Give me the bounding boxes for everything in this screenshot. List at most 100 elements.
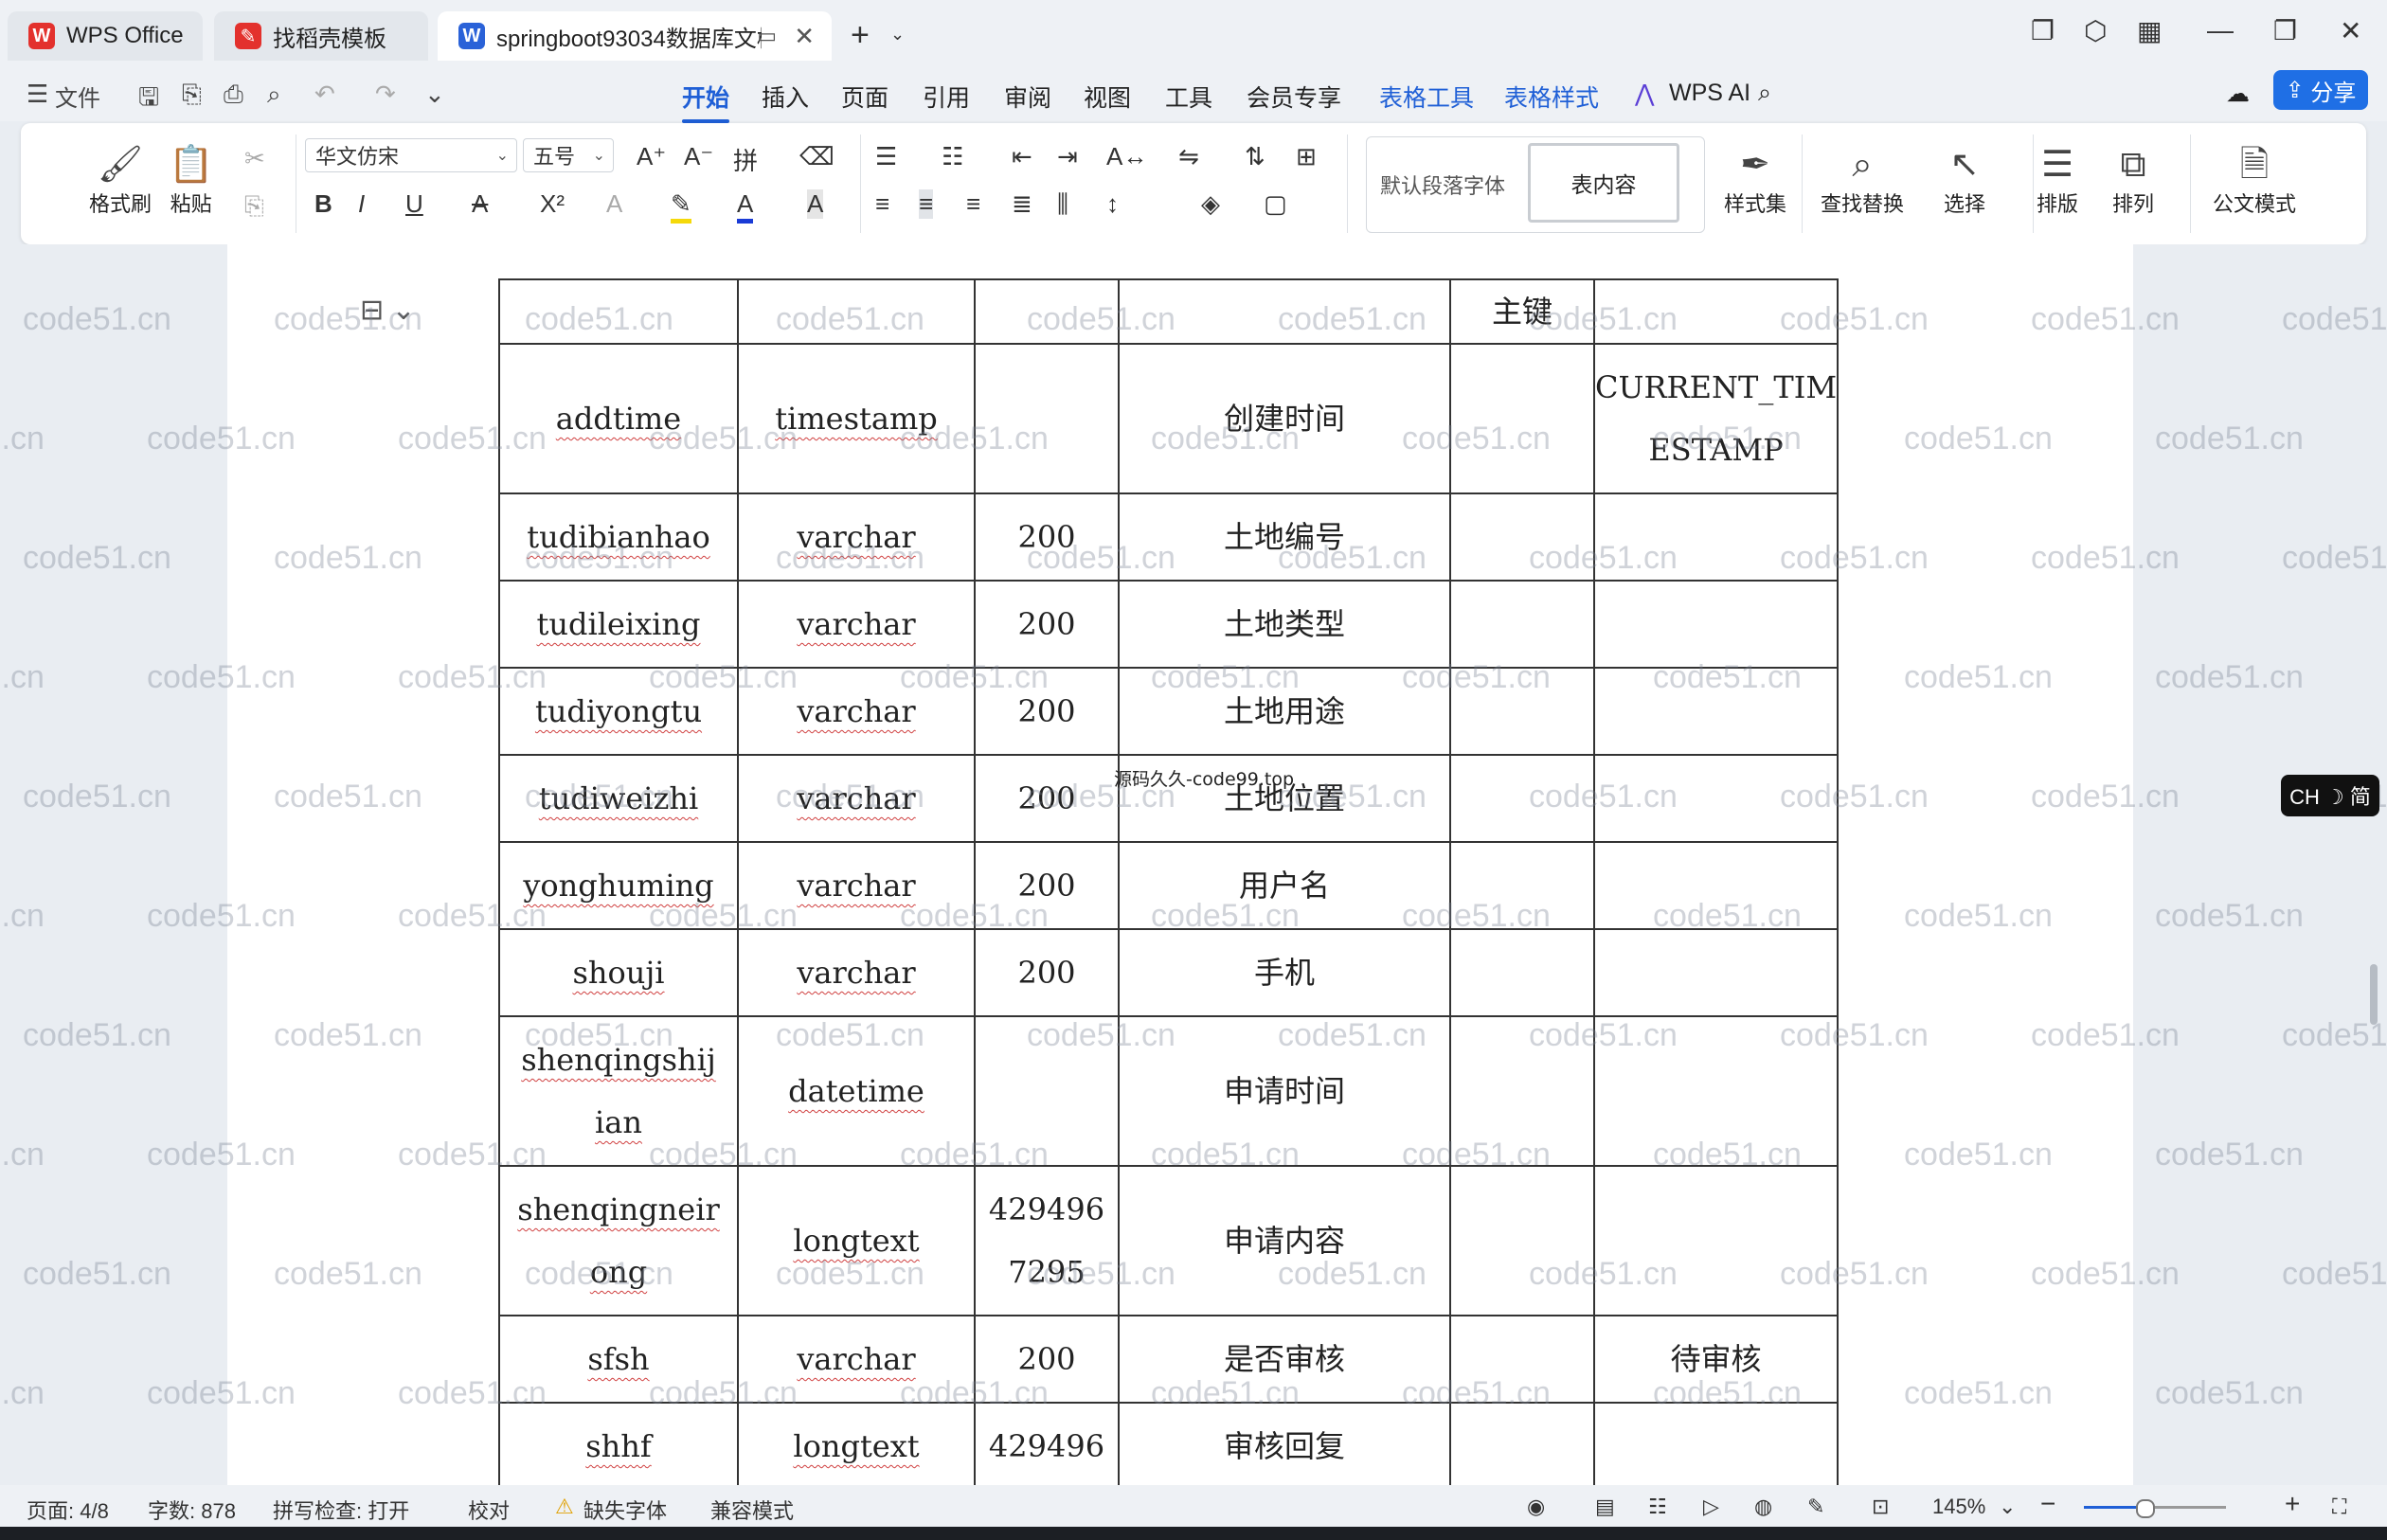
- superscript-icon[interactable]: X²: [540, 189, 565, 219]
- sort-order-icon[interactable]: ⇋: [1178, 142, 1199, 171]
- avatar[interactable]: ▦: [2137, 15, 2162, 46]
- table-cell[interactable]: tudiyongtu: [498, 667, 739, 756]
- table-cell[interactable]: 200: [974, 841, 1120, 930]
- table-cell[interactable]: [1592, 278, 1840, 345]
- save-icon[interactable]: 🖫: [138, 80, 159, 121]
- text-effect-icon[interactable]: A: [606, 189, 622, 219]
- font-grow-icon[interactable]: A⁺: [637, 142, 666, 171]
- table-cell[interactable]: sfsh: [498, 1315, 739, 1404]
- table-cell[interactable]: 200: [974, 1315, 1120, 1404]
- table-cell[interactable]: [1449, 492, 1595, 582]
- new-tab-icon[interactable]: +: [851, 17, 870, 54]
- table-cell[interactable]: 手机: [1118, 928, 1451, 1017]
- bold-icon[interactable]: B: [314, 189, 332, 219]
- table-cell[interactable]: [1449, 754, 1595, 843]
- table-handle-icon[interactable]: ⊟ ⌄: [360, 294, 416, 327]
- cut-icon[interactable]: ✂: [244, 144, 265, 173]
- word-count[interactable]: 字数: 878: [148, 1495, 236, 1525]
- window-close-icon[interactable]: ✕: [2340, 15, 2361, 46]
- font-size-select[interactable]: 五号 ⌄: [523, 138, 614, 172]
- table-cell[interactable]: 主键: [1449, 278, 1595, 345]
- chevron-down-icon[interactable]: ⌄: [1999, 1495, 2016, 1519]
- play-icon[interactable]: ▷: [1703, 1495, 1719, 1519]
- bullet-list-icon[interactable]: ☰: [875, 142, 897, 171]
- table-cell[interactable]: [1118, 278, 1451, 345]
- underline-icon[interactable]: U: [405, 189, 423, 219]
- style-set-button[interactable]: ✒ 样式集: [1724, 142, 1786, 218]
- line-spacing-icon[interactable]: ↕: [1106, 189, 1119, 219]
- table-cell[interactable]: CURRENT_TIM ESTAMP: [1592, 343, 1840, 494]
- share-button[interactable]: ⇪ 分享: [2273, 70, 2368, 110]
- table-cell[interactable]: varchar: [737, 492, 976, 582]
- distribute-icon[interactable]: ⫼: [1057, 189, 1068, 220]
- table-cell[interactable]: tudibianhao: [498, 492, 739, 582]
- table-cell[interactable]: 用户名: [1118, 841, 1451, 930]
- menu-icon[interactable]: ☰: [27, 80, 48, 109]
- page-indicator[interactable]: 页面: 4/8: [27, 1495, 109, 1525]
- table-cell[interactable]: [1592, 1015, 1840, 1167]
- print-preview-icon[interactable]: ⌕: [267, 80, 281, 110]
- tab-review[interactable]: 审阅: [1004, 80, 1051, 114]
- font-name-select[interactable]: 华文仿宋 ⌄: [305, 138, 517, 172]
- table-cell[interactable]: varchar: [737, 841, 976, 930]
- tab-wps-office[interactable]: W WPS Office: [8, 11, 203, 61]
- table-cell[interactable]: [1592, 580, 1840, 669]
- table-cell[interactable]: 申请内容: [1118, 1165, 1451, 1316]
- shading-icon[interactable]: ◈: [1201, 189, 1220, 219]
- redo-icon[interactable]: ↷: [375, 80, 396, 109]
- table-cell[interactable]: 是否审核: [1118, 1315, 1451, 1404]
- decrease-indent-icon[interactable]: ⇤: [1012, 142, 1032, 171]
- table-cell[interactable]: [1449, 928, 1595, 1017]
- ime-indicator[interactable]: CH ☽ 简: [2281, 775, 2379, 816]
- print-icon[interactable]: ⎙: [224, 80, 243, 110]
- show-marks-icon[interactable]: ⊞: [1296, 142, 1317, 171]
- minimize-icon[interactable]: —: [2207, 15, 2234, 45]
- tab-template[interactable]: ✎ 找稻壳模板: [214, 11, 428, 61]
- monitor-icon[interactable]: ▭: [757, 24, 777, 48]
- table-cell[interactable]: yonghuming: [498, 841, 739, 930]
- official-mode-button[interactable]: 🗎 公文模式: [2213, 142, 2296, 218]
- table-cell[interactable]: [1449, 343, 1595, 494]
- table-cell[interactable]: [1592, 754, 1840, 843]
- justify-icon[interactable]: ≣: [1012, 189, 1032, 219]
- document-page[interactable]: ⊟ ⌄ 主键 addtime timestamp 创建时间 CURRENT_TIM EST…: [227, 244, 2133, 1485]
- table-cell[interactable]: 申请时间: [1118, 1015, 1451, 1167]
- format-painter-button[interactable]: 🖌 格式刷: [89, 142, 152, 218]
- tab-document[interactable]: W springboot93034数据库文档 ▭ ✕: [438, 11, 832, 61]
- table-cell[interactable]: [1449, 1402, 1595, 1485]
- select-button[interactable]: ↖ 选择: [1944, 142, 1985, 218]
- table-cell[interactable]: varchar: [737, 754, 976, 843]
- close-icon[interactable]: ✕: [794, 22, 815, 51]
- table-cell[interactable]: addtime: [498, 343, 739, 494]
- font-shrink-icon[interactable]: A⁻: [684, 142, 713, 171]
- tab-home[interactable]: 开始: [682, 80, 730, 123]
- numbered-list-icon[interactable]: ☷: [942, 142, 963, 171]
- strikethrough-icon[interactable]: A: [472, 189, 488, 219]
- tab-table-style[interactable]: 表格样式: [1504, 80, 1599, 114]
- wps-ai-icon[interactable]: ⋀: [1635, 80, 1655, 108]
- table-cell[interactable]: timestamp: [737, 343, 976, 494]
- pen-icon[interactable]: ✎: [1807, 1495, 1824, 1519]
- table-cell[interactable]: [1449, 841, 1595, 930]
- table-cell[interactable]: 创建时间: [1118, 343, 1451, 494]
- table-cell[interactable]: varchar: [737, 580, 976, 669]
- border-icon[interactable]: ▢: [1264, 189, 1287, 219]
- zoom-in-icon[interactable]: +: [2285, 1489, 2300, 1519]
- table-cell[interactable]: [1449, 580, 1595, 669]
- maximize-icon[interactable]: ❐: [2273, 15, 2297, 46]
- paste-button[interactable]: 📋 粘贴: [169, 142, 213, 218]
- table-cell[interactable]: datetime: [737, 1015, 976, 1167]
- table-cell[interactable]: tudiweizhi: [498, 754, 739, 843]
- scrollbar[interactable]: [2370, 964, 2378, 1025]
- layout-button[interactable]: ☰ 排版: [2037, 142, 2078, 218]
- cloud-upload-icon[interactable]: ☁: [2226, 80, 2250, 108]
- table-cell[interactable]: [974, 1015, 1120, 1167]
- highlight-icon[interactable]: ✎: [671, 189, 691, 224]
- web-view-icon[interactable]: ◍: [1754, 1495, 1772, 1519]
- table-cell[interactable]: 200: [974, 754, 1120, 843]
- find-replace-button[interactable]: ⌕ 查找替换: [1821, 142, 1904, 218]
- text-direction-icon[interactable]: A↔: [1106, 142, 1147, 171]
- table-cell[interactable]: [1592, 841, 1840, 930]
- table-cell[interactable]: 200: [974, 492, 1120, 582]
- fullscreen-icon[interactable]: ⛶: [2332, 1495, 2346, 1519]
